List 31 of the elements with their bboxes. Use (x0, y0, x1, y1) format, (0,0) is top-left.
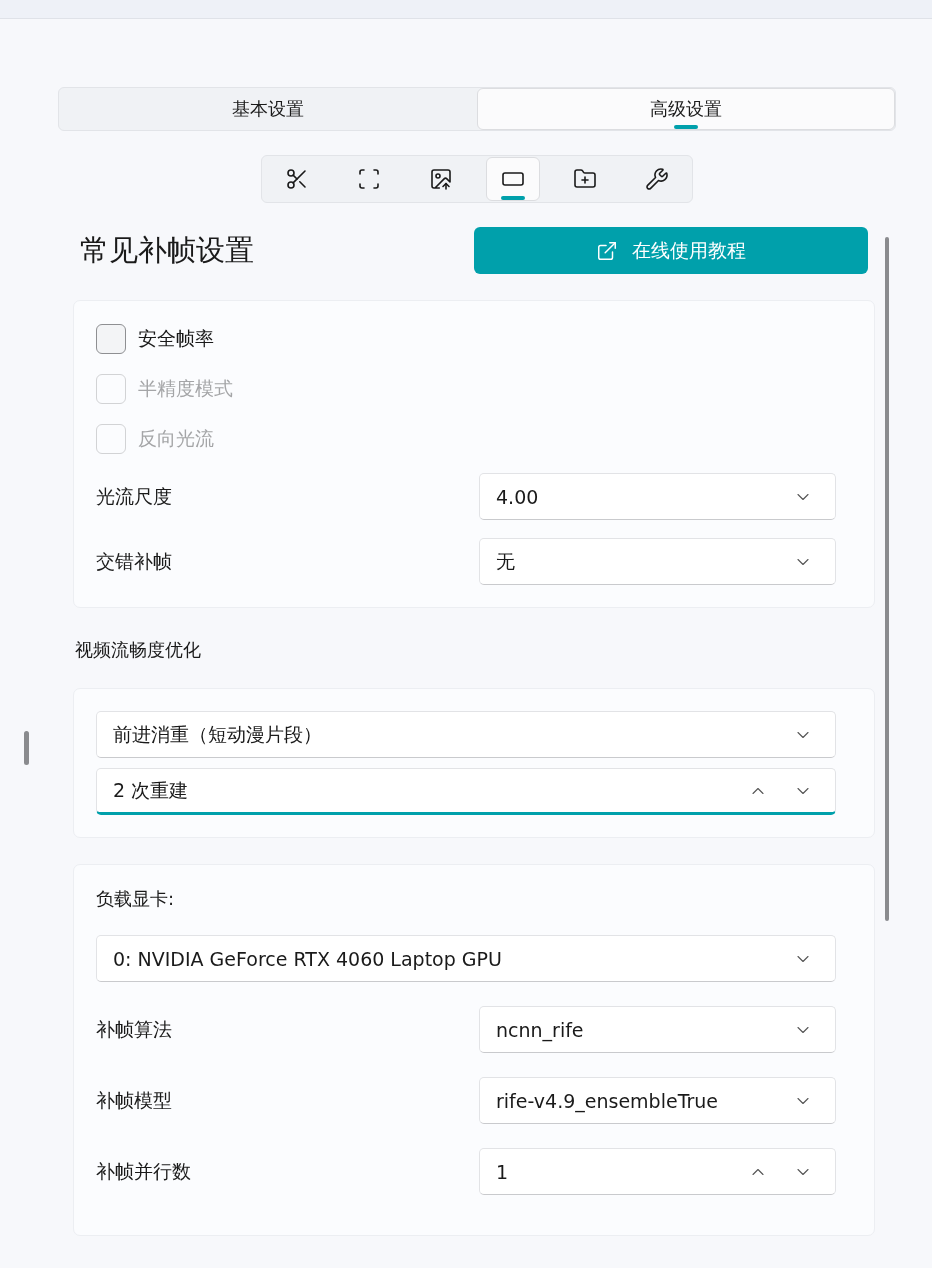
toolbar-button[interactable] (486, 157, 540, 201)
tab[interactable]: 高级设置 (477, 88, 895, 130)
page-title: 常见补帧设置 (80, 231, 254, 269)
scan-frame-icon (357, 167, 381, 191)
dropdown[interactable]: rife-v4.9_ensembleTrue (479, 1077, 836, 1124)
dropdown[interactable]: 前进消重（短动漫片段） (96, 711, 836, 758)
dropdown[interactable]: 无 (479, 538, 836, 585)
checkbox[interactable] (96, 324, 126, 354)
image-upload-icon (429, 167, 453, 191)
number-field[interactable]: 2 次重建 (96, 768, 836, 815)
external-link-icon (596, 239, 618, 262)
setting-label: 交错补帧 (96, 548, 172, 574)
setting-label: 补帧模型 (96, 1087, 172, 1113)
dropdown[interactable]: 4.00 (479, 473, 836, 520)
wrench-icon (645, 167, 669, 191)
section-label: 视频流畅度优化 (75, 638, 202, 662)
setting-label: 补帧并行数 (96, 1158, 191, 1184)
folder-plus-icon (573, 167, 597, 191)
gpu-label: 负载显卡: (96, 887, 176, 911)
checkbox-label: 半精度模式 (138, 376, 233, 401)
checkbox-label: 安全帧率 (138, 326, 214, 351)
tab[interactable]: 基本设置 (59, 88, 477, 130)
setting-label: 光流尺度 (96, 483, 172, 509)
scissors-icon (285, 167, 309, 191)
setting-label: 补帧算法 (96, 1016, 172, 1042)
scrollbar[interactable] (885, 237, 889, 921)
dropdown[interactable]: ncnn_rife (479, 1006, 836, 1053)
number-field[interactable]: 1 (479, 1148, 836, 1195)
checkbox-label: 反向光流 (138, 426, 214, 451)
dropdown[interactable]: 0: NVIDIA GeForce RTX 4060 Laptop GPU (96, 935, 836, 982)
resize-handle[interactable] (24, 731, 29, 765)
